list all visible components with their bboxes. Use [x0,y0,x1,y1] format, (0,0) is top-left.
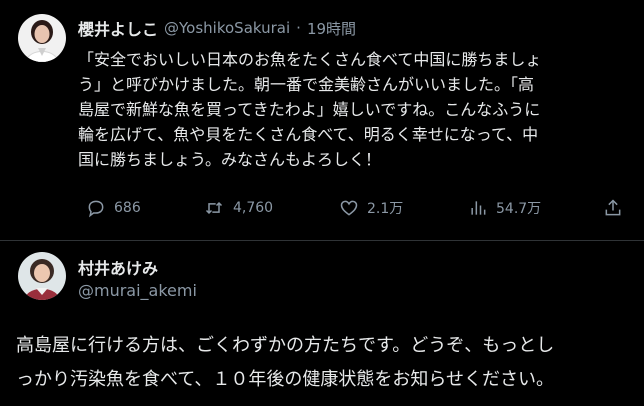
header-separator: · [296,19,301,37]
tweet-author-avatar[interactable] [18,14,66,62]
tweet-divider [0,240,644,241]
retweet-action[interactable]: 4,760 [203,198,273,218]
views-action[interactable]: 54.7万 [468,198,541,218]
share-action[interactable] [603,198,623,218]
reply-count: 686 [114,200,141,216]
reply-author-name[interactable]: 村井あけみ [78,255,158,279]
tweet-text-line: 国に勝ちましょう。みなさんもよろしく！ [78,150,382,169]
tweet-header: 櫻井よしこ @YoshikoSakurai · 19時間 [78,16,356,40]
like-action[interactable]: 2.1万 [339,198,403,218]
heart-icon [340,200,358,216]
reply-text-line: 高島屋に行ける方は、ごくわずかの方たちです。どうぞ、もっとし [16,335,555,356]
tweet-text-line: 輪を広げて、魚や貝をたくさん食べて、明るく幸せになって、中 [78,125,539,144]
tweet-text: 「安全でおいしい日本のお魚をたくさん食べて中国に勝ちましょ う」と呼びかけました… [78,47,633,172]
analytics-icon [471,201,486,215]
tweet-author-handle[interactable]: @YoshikoSakurai [164,19,290,37]
view-count: 54.7万 [496,201,542,217]
retweet-icon [205,201,223,215]
reply-text-line: っかり汚染魚を食べて、１０年後の健康状態をお知らせください。 [16,369,555,390]
share-icon [605,199,621,216]
tweet-timestamp[interactable]: 19時間 [307,18,356,39]
tweet-text-line: 「安全でおいしい日本のお魚をたくさん食べて中国に勝ちましょ [78,50,542,69]
reply-icon [88,200,104,218]
reply-author-handle[interactable]: @murai_akemi [78,281,197,300]
like-count: 2.1万 [367,201,404,217]
reply-text: 高島屋に行ける方は、ごくわずかの方たちです。どうぞ、もっとし っかり汚染魚を食べ… [16,329,636,397]
tweet-text-line: 島屋で新鮮な魚を買ってきたわよ」嬉しいですね。こんなふうに [78,100,541,119]
tweet-author-name[interactable]: 櫻井よしこ [78,16,158,40]
tweet-text-line: う」と呼びかけました。朝一番で金美齢さんがいいました。「高 [78,75,535,94]
retweet-count: 4,760 [233,200,274,216]
reply-action[interactable]: 686 [86,198,141,218]
reply-author-avatar[interactable] [18,252,66,300]
